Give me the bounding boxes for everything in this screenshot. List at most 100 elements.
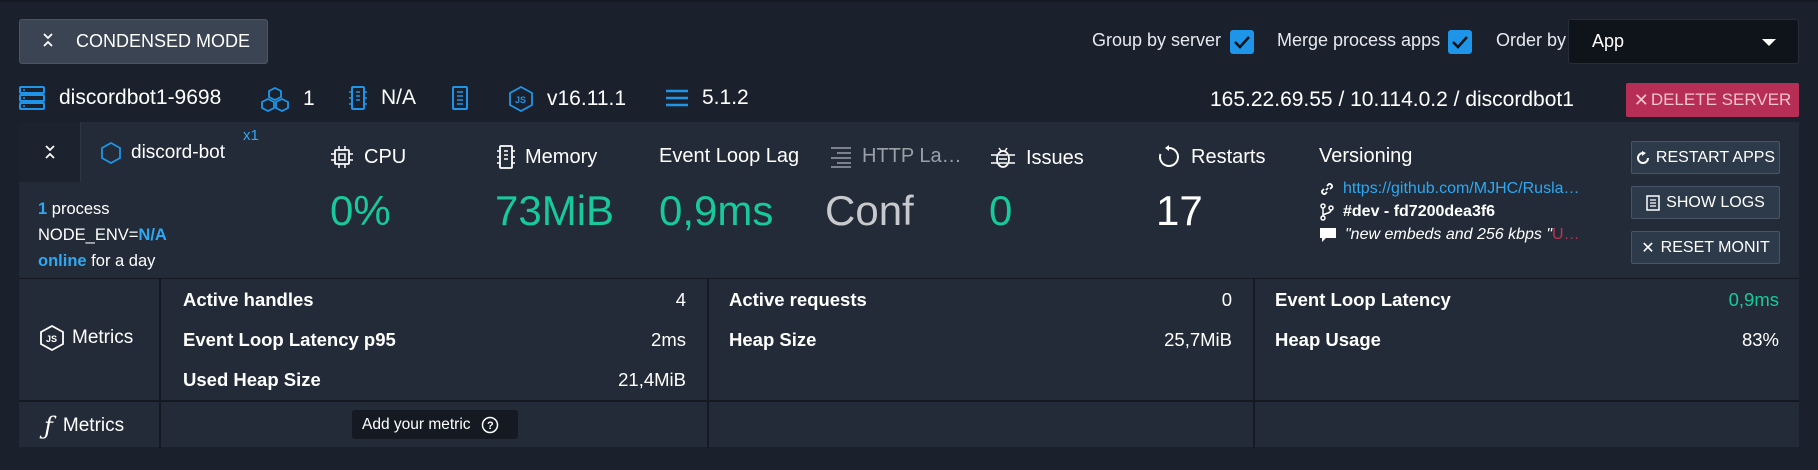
restarts-label: Restarts xyxy=(1191,145,1266,168)
app-panel: discord-bot x1 1 process NODE_ENV=N/A on… xyxy=(19,122,1799,448)
restart-apps-button[interactable]: RESTART APPS xyxy=(1631,141,1780,174)
restarts-value: 17 xyxy=(1156,187,1203,234)
metric-value: 0 xyxy=(1221,289,1232,310)
repo-url[interactable]: https://github.com/MJHC/Rusla… xyxy=(1343,180,1580,198)
app-status: online xyxy=(38,252,87,270)
svg-text:JS: JS xyxy=(46,334,57,344)
server-node-version: v16.11.1 xyxy=(547,87,627,110)
help-icon: ? xyxy=(481,416,498,433)
app-uptime: for a day xyxy=(86,252,156,270)
order-by-select[interactable]: App xyxy=(1568,19,1799,64)
node-metrics-label: JS Metrics xyxy=(40,325,133,351)
app-name: discord-bot xyxy=(131,142,225,163)
server-name-item: discordbot1-9698 xyxy=(19,86,221,110)
server-name: discordbot1-9698 xyxy=(59,86,222,109)
http-latency-metric[interactable]: HTTP La… xyxy=(830,145,962,168)
event-loop-lag-value: 0,9ms xyxy=(659,187,774,234)
issues-label: Issues xyxy=(1026,146,1084,169)
server-memory-info: N/A xyxy=(381,86,417,109)
agent-version-item: 5.1.2 xyxy=(666,86,749,110)
show-logs-button[interactable]: SHOW LOGS xyxy=(1631,186,1780,219)
node-env-label: NODE_ENV= xyxy=(38,226,139,244)
show-logs-label: SHOW LOGS xyxy=(1666,193,1765,211)
bug-icon xyxy=(991,147,1015,168)
repo-link[interactable]: https://github.com/MJHC/Rusla… xyxy=(1319,180,1609,198)
close-icon: ✕ xyxy=(1641,239,1655,257)
text-lines-icon xyxy=(831,146,851,168)
group-by-server-label: Group by server xyxy=(1092,30,1222,50)
add-metric-button[interactable]: Add your metric ? xyxy=(352,410,518,439)
issues-value: 0 xyxy=(989,187,1013,234)
node-env-value: N/A xyxy=(138,226,167,244)
check-icon xyxy=(1234,36,1250,49)
process-info: 1 process NODE_ENV=N/A online for a day xyxy=(38,196,167,274)
add-metric-label: Add your metric xyxy=(362,415,471,433)
merge-process-apps-label: Merge process apps xyxy=(1277,30,1441,50)
refresh-icon xyxy=(1636,150,1649,164)
metric-value: 2ms xyxy=(651,329,686,350)
metric-value: 25,7MiB xyxy=(1164,329,1232,350)
chevron-down-icon xyxy=(1762,39,1776,46)
reset-monit-button[interactable]: ✕ RESET MONIT xyxy=(1631,231,1780,264)
git-branch-icon xyxy=(1320,203,1334,221)
branch-commit: #dev - fd7200dea3f6 xyxy=(1343,203,1496,220)
check-icon xyxy=(1452,36,1468,49)
process-word: process xyxy=(47,200,110,218)
order-by-label: Order by xyxy=(1496,30,1567,50)
event-loop-lag-metric: Event Loop Lag xyxy=(659,145,799,168)
issues-metric: Issues xyxy=(990,145,1084,171)
reset-monit-label: RESET MONIT xyxy=(1660,238,1770,256)
instance-count: x1 xyxy=(243,127,259,144)
node-version-item: JS v16.11.1 xyxy=(509,86,626,112)
group-by-server-checkbox[interactable] xyxy=(1230,30,1254,54)
collapse-icon xyxy=(20,33,76,50)
collapse-icon xyxy=(44,145,55,159)
function-icon: ƒ xyxy=(44,412,53,440)
delete-server-button[interactable]: ✕ DELETE SERVER xyxy=(1626,83,1799,117)
cpu-label: CPU xyxy=(364,145,407,168)
delete-server-label: DELETE SERVER xyxy=(1650,90,1792,109)
svg-text:JS: JS xyxy=(515,95,526,105)
cubes-icon xyxy=(261,86,289,112)
commit-message-tail: U… xyxy=(1552,226,1580,243)
app-name-item[interactable]: discord-bot xyxy=(101,142,225,164)
nodejs-icon: JS xyxy=(40,325,64,351)
metric-value: 4 xyxy=(675,289,686,310)
metric-value: 21,4MiB xyxy=(618,369,686,390)
svg-text:?: ? xyxy=(487,420,494,432)
server-agent-version: 5.1.2 xyxy=(702,86,749,109)
order-by-value: App xyxy=(1592,31,1625,51)
event-loop-lag-label: Event Loop Lag xyxy=(659,145,800,167)
restart-apps-label: RESTART APPS xyxy=(1655,148,1776,166)
commit-message-row: "new embeds and 256 kbps " U… xyxy=(1319,226,1609,244)
metric-key: Used Heap Size xyxy=(183,369,321,390)
cpu-icon xyxy=(331,146,353,168)
metric-key: Heap Size xyxy=(729,329,817,350)
server-address: 165.22.69.55 / 10.114.0.2 / discordbot1 xyxy=(1210,88,1574,111)
metrics-grid: JS Metrics Active handles 4 Event Loop L… xyxy=(19,278,1799,448)
memory-info-item: N/A xyxy=(349,86,416,110)
memory-chip-icon xyxy=(349,86,367,110)
app-process-count: 1 xyxy=(38,200,48,218)
metric-key: Event Loop Latency xyxy=(1275,289,1451,310)
memory-value: 73MiB xyxy=(495,187,615,234)
memory-metric: Memory xyxy=(497,145,597,169)
collapse-app-button[interactable] xyxy=(19,122,81,182)
merge-process-apps-checkbox[interactable] xyxy=(1448,30,1472,54)
metric-key: Active handles xyxy=(183,289,314,310)
custom-metrics-label: ƒ Metrics xyxy=(44,412,125,440)
restarts-metric: Restarts xyxy=(1157,145,1265,169)
http-latency-value[interactable]: Conf xyxy=(825,187,914,235)
metric-key: Heap Usage xyxy=(1275,329,1381,350)
server-process-count: 1 xyxy=(303,87,315,110)
http-latency-label: HTTP La… xyxy=(862,145,962,167)
versioning-label: Versioning xyxy=(1319,145,1413,167)
storage-item xyxy=(451,86,483,110)
commit-message: "new embeds and 256 kbps " xyxy=(1345,226,1553,243)
cpu-value: 0% xyxy=(330,187,391,234)
condensed-mode-button[interactable]: CONDENSED MODE xyxy=(19,19,268,64)
top-toolbar: CONDENSED MODE Group by server Merge pro… xyxy=(0,0,1818,72)
memory-label: Memory xyxy=(525,145,598,168)
restart-icon xyxy=(1159,145,1179,167)
condensed-mode-label: CONDENSED MODE xyxy=(76,31,251,51)
